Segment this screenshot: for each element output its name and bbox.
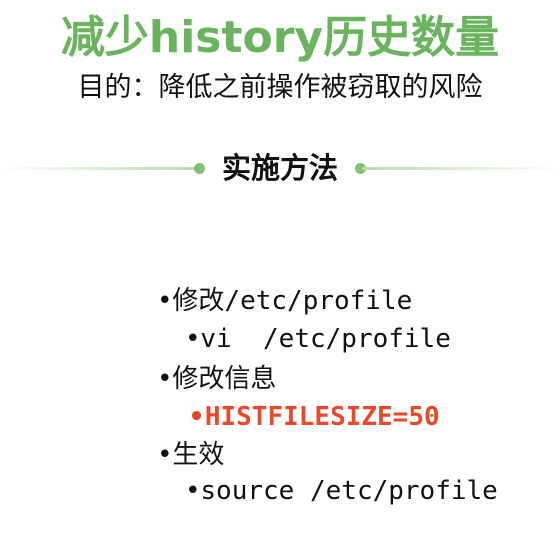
list-item: •source /etc/profile	[152, 440, 498, 542]
item-code: HISTFILESIZE=50	[204, 402, 440, 432]
section-header: 实施方法	[0, 148, 560, 188]
slide-title: 减少history历史数量	[60, 12, 500, 63]
bullet: •	[185, 476, 201, 506]
divider-right	[362, 167, 560, 170]
slide-subtitle: 目的：降低之前操作被窃取的风险	[77, 72, 483, 103]
item-code: source /etc/profile	[200, 476, 498, 506]
